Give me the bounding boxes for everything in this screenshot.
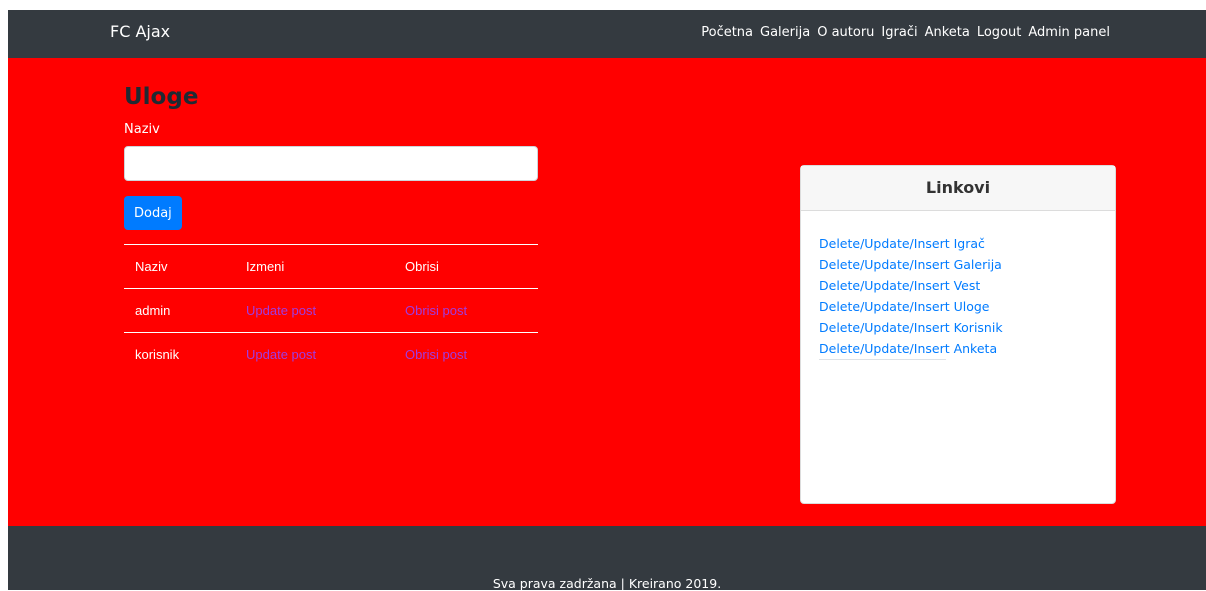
brand-link[interactable]: FC Ajax <box>110 22 170 41</box>
add-button[interactable]: Dodaj <box>124 196 182 230</box>
admin-link-galerija[interactable]: Delete/Update/Insert Galerija <box>819 254 1002 275</box>
delete-post-link[interactable]: Obrisi post <box>405 347 467 362</box>
naziv-label: Naziv <box>124 122 160 137</box>
admin-link-anketa[interactable]: Delete/Update/Insert Anketa <box>819 338 997 359</box>
update-cell: Update post <box>235 332 394 376</box>
nav-link-anketa[interactable]: Anketa <box>925 25 970 40</box>
footer-text: Sva prava zadržana | Kreirano 2019. <box>492 576 722 591</box>
links-list: Delete/Update/Insert Igrač Delete/Update… <box>801 211 1115 360</box>
page-footer: Sva prava zadržana | Kreirano 2019. <box>8 526 1206 591</box>
admin-link-vest[interactable]: Delete/Update/Insert Vest <box>819 275 980 296</box>
nav-link-galerija[interactable]: Galerija <box>760 25 810 40</box>
list-item: Delete/Update/Insert Igrač <box>819 233 1115 254</box>
column-header-naziv: Naziv <box>124 244 235 289</box>
list-item: Delete/Update/Insert Anketa <box>819 338 997 360</box>
nav-links: Početna Galerija O autoru Igrači Anketa … <box>701 25 1110 40</box>
update-post-link[interactable]: Update post <box>246 347 316 362</box>
table-row: korisnik Update post Obrisi post <box>124 332 538 376</box>
roles-table: Naziv Izmeni Obrisi admin Update post Ob… <box>124 244 538 376</box>
list-item: Delete/Update/Insert Korisnik <box>819 317 1115 338</box>
nav-link-logout[interactable]: Logout <box>977 25 1022 40</box>
table-header-row: Naziv Izmeni Obrisi <box>124 244 538 289</box>
delete-cell: Obrisi post <box>394 332 538 376</box>
list-item: Delete/Update/Insert Galerija <box>819 254 1115 275</box>
list-item: Delete/Update/Insert Vest <box>819 275 1115 296</box>
nav-link-pocetna[interactable]: Početna <box>701 25 753 40</box>
page-frame: FC Ajax Početna Galerija O autoru Igrači… <box>8 10 1206 591</box>
delete-cell: Obrisi post <box>394 288 538 333</box>
nav-link-igraci[interactable]: Igrači <box>881 25 917 40</box>
delete-post-link[interactable]: Obrisi post <box>405 303 467 318</box>
nav-link-o-autoru[interactable]: O autoru <box>817 25 874 40</box>
update-post-link[interactable]: Update post <box>246 303 316 318</box>
top-navbar: FC Ajax Početna Galerija O autoru Igrači… <box>8 10 1206 58</box>
column-header-izmeni: Izmeni <box>235 244 394 289</box>
page-title: Uloge <box>124 84 199 110</box>
admin-link-igrac[interactable]: Delete/Update/Insert Igrač <box>819 233 985 254</box>
list-item: Delete/Update/Insert Uloge <box>819 296 1115 317</box>
admin-link-uloge[interactable]: Delete/Update/Insert Uloge <box>819 296 989 317</box>
column-header-obrisi: Obrisi <box>394 244 538 289</box>
role-name-cell: korisnik <box>124 332 235 376</box>
table-row: admin Update post Obrisi post <box>124 288 538 333</box>
links-card: Linkovi Delete/Update/Insert Igrač Delet… <box>800 165 1116 504</box>
links-card-title: Linkovi <box>801 166 1115 211</box>
main-content: Uloge Naziv Dodaj Naziv Izmeni Obrisi ad… <box>8 58 1206 526</box>
nav-link-admin-panel[interactable]: Admin panel <box>1028 25 1110 40</box>
update-cell: Update post <box>235 288 394 333</box>
naziv-input[interactable] <box>124 146 538 181</box>
role-name-cell: admin <box>124 288 235 333</box>
admin-link-korisnik[interactable]: Delete/Update/Insert Korisnik <box>819 317 1003 338</box>
